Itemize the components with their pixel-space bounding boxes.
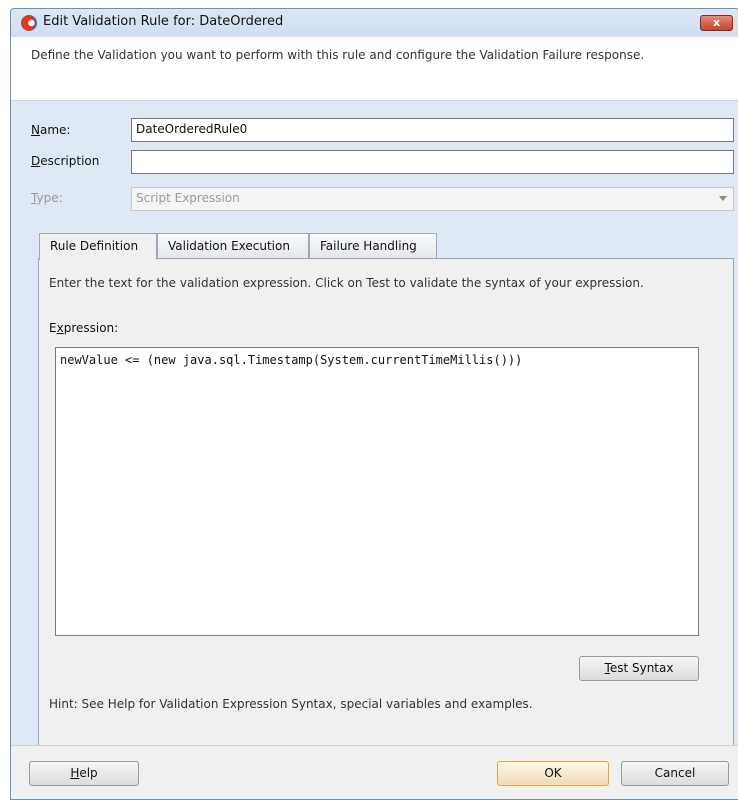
type-value: Script Expression (136, 191, 240, 205)
type-label: Type: (31, 191, 63, 205)
test-syntax-button[interactable]: Test Syntax (579, 656, 699, 681)
expression-textarea[interactable]: newValue <= (new java.sql.Timestamp(Syst… (55, 347, 699, 636)
rule-definition-intro: Enter the text for the validation expres… (49, 276, 644, 290)
cancel-button[interactable]: Cancel (621, 761, 729, 786)
name-input[interactable]: DateOrderedRule0 (131, 118, 734, 142)
description-input[interactable] (131, 150, 734, 174)
expression-label: Expression: (49, 321, 119, 335)
close-button[interactable]: x (700, 15, 733, 31)
rule-definition-panel: Enter the text for the validation expres… (38, 258, 734, 752)
tab-failure-handling[interactable]: Failure Handling (309, 233, 437, 259)
dialog-window: Edit Validation Rule for: DateOrdered x … (10, 8, 738, 800)
test-syntax-label: Test Syntax (604, 661, 674, 675)
app-icon (21, 15, 37, 31)
ok-button[interactable]: OK (497, 761, 609, 786)
intro-text: Define the Validation you want to perfor… (31, 48, 645, 62)
hint-text: Hint: See Help for Validation Expression… (49, 697, 533, 711)
help-label: Help (70, 766, 98, 780)
name-label: Name: (31, 123, 71, 137)
intro-area (11, 37, 738, 101)
title-bar[interactable]: Edit Validation Rule for: DateOrdered x (11, 9, 738, 37)
window-title: Edit Validation Rule for: DateOrdered (43, 14, 284, 29)
tab-validation-execution[interactable]: Validation Execution (157, 233, 309, 259)
description-label: Description (31, 154, 100, 168)
type-select[interactable]: Script Expression (131, 187, 734, 211)
chevron-down-icon[interactable] (719, 196, 727, 201)
tab-rule-definition[interactable]: Rule Definition (39, 233, 157, 260)
close-icon: x (712, 16, 721, 29)
help-button[interactable]: Help (29, 761, 139, 786)
